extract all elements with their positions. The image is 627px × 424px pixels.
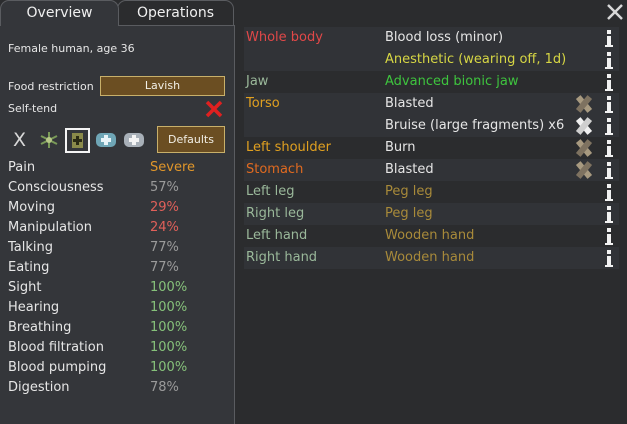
tab-overview[interactable]: Overview xyxy=(0,0,119,26)
info-icon-part xyxy=(605,111,613,113)
info-icon[interactable] xyxy=(605,140,613,157)
info-icon-part xyxy=(607,228,611,232)
info-icon[interactable] xyxy=(605,184,613,201)
capacity-name: Breathing xyxy=(8,320,72,335)
capacity-value: 57% xyxy=(150,180,179,195)
body-part-label: Right hand xyxy=(246,250,318,265)
food-restriction-label: Food restriction xyxy=(8,80,94,93)
info-icon-part xyxy=(605,89,613,91)
glitterworld-medicine-icon[interactable] xyxy=(123,131,145,149)
capacity-name: Blood filtration xyxy=(8,340,104,355)
info-icon-part xyxy=(605,155,613,157)
body-part-label: Torso xyxy=(246,96,280,111)
capacity-value: 100% xyxy=(150,280,188,295)
capacity-name: Pain xyxy=(8,160,36,175)
info-icon[interactable] xyxy=(605,52,613,69)
info-icon-part xyxy=(607,206,611,210)
capacity-value: 29% xyxy=(150,200,179,215)
info-icon-part xyxy=(607,74,611,78)
info-icon-part xyxy=(607,140,611,144)
info-icon[interactable] xyxy=(605,30,613,47)
condition-label: Blood loss (minor) xyxy=(385,30,504,45)
capacity-name: Consciousness xyxy=(8,180,104,195)
info-icon-part xyxy=(607,250,611,254)
condition-label: Blasted xyxy=(385,96,434,111)
capacity-value: 78% xyxy=(150,380,179,395)
info-icon[interactable] xyxy=(605,162,613,179)
body-part-label: Left shoulder xyxy=(246,140,332,155)
condition-label: Burn xyxy=(385,140,416,155)
no-care-icon[interactable]: X xyxy=(13,129,26,151)
condition-label: Peg leg xyxy=(385,184,433,199)
selected-care-slot[interactable] xyxy=(65,128,90,153)
info-icon-part xyxy=(605,243,613,245)
capacity-value: 100% xyxy=(150,300,188,315)
capacity-name: Sight xyxy=(8,280,42,295)
condition-label: Wooden hand xyxy=(385,228,475,243)
body-part-label: Jaw xyxy=(246,74,269,89)
body-part-label: Right leg xyxy=(246,206,305,221)
self-tend-toggle-off-icon[interactable] xyxy=(204,99,224,119)
body-part-label: Left leg xyxy=(246,184,295,199)
info-icon[interactable] xyxy=(605,74,613,91)
herbal-medicine-icon[interactable] xyxy=(38,131,60,149)
condition-label: Advanced bionic jaw xyxy=(385,74,519,89)
info-icon-part xyxy=(607,184,611,188)
info-icon-part xyxy=(605,67,613,69)
capacity-value: 77% xyxy=(150,260,179,275)
info-icon[interactable] xyxy=(605,118,613,135)
industrial-medicine-icon[interactable] xyxy=(95,131,117,149)
info-icon-part xyxy=(607,162,611,166)
condition-label: Wooden hand xyxy=(385,250,475,265)
capacity-value: 77% xyxy=(150,240,179,255)
info-icon-part xyxy=(607,52,611,56)
info-icon-part xyxy=(607,118,611,122)
condition-label: Anesthetic (wearing off, 1d) xyxy=(385,52,567,67)
basic-medicine-icon xyxy=(72,133,83,148)
info-icon-part xyxy=(605,45,613,47)
self-tend-label: Self-tend xyxy=(8,102,58,115)
condition-label: Blasted xyxy=(385,162,434,177)
food-restriction-button[interactable]: Lavish xyxy=(100,76,225,96)
condition-label: Bruise (large fragments) x6 xyxy=(385,118,565,133)
capacity-name: Talking xyxy=(8,240,53,255)
capacity-name: Moving xyxy=(8,200,55,215)
info-icon[interactable] xyxy=(605,206,613,223)
body-part-label: Stomach xyxy=(246,162,304,177)
capacity-name: Hearing xyxy=(8,300,60,315)
info-icon-part xyxy=(605,177,613,179)
capacity-value: 24% xyxy=(150,220,179,235)
info-icon-part xyxy=(605,265,613,267)
tended-bandage-icon xyxy=(575,95,593,113)
info-icon-part xyxy=(607,30,611,34)
body-part-label: Left hand xyxy=(246,228,308,243)
tended-bandage-icon xyxy=(575,139,593,157)
capacity-value: 100% xyxy=(150,360,188,375)
capacity-name: Blood pumping xyxy=(8,360,107,375)
capacity-name: Manipulation xyxy=(8,220,93,235)
body-part-label: Whole body xyxy=(246,30,323,45)
tended-bandage-icon xyxy=(575,161,593,179)
tab-operations[interactable]: Operations xyxy=(117,0,234,25)
capacity-value: 100% xyxy=(150,340,188,355)
capacity-name: Digestion xyxy=(8,380,70,395)
info-icon-part xyxy=(605,221,613,223)
capacity-name: Eating xyxy=(8,260,50,275)
fresh-bandage-icon xyxy=(575,117,593,135)
info-icon[interactable] xyxy=(605,228,613,245)
info-icon-part xyxy=(605,133,613,135)
defaults-button[interactable]: Defaults xyxy=(157,126,225,153)
info-icon-part xyxy=(607,96,611,100)
pawn-summary: Female human, age 36 xyxy=(8,42,135,55)
close-icon[interactable] xyxy=(606,3,624,21)
condition-label: Peg leg xyxy=(385,206,433,221)
info-icon[interactable] xyxy=(605,96,613,113)
info-icon[interactable] xyxy=(605,250,613,267)
capacity-value: 100% xyxy=(150,320,188,335)
info-icon-part xyxy=(605,199,613,201)
capacity-value: Severe xyxy=(150,160,195,175)
